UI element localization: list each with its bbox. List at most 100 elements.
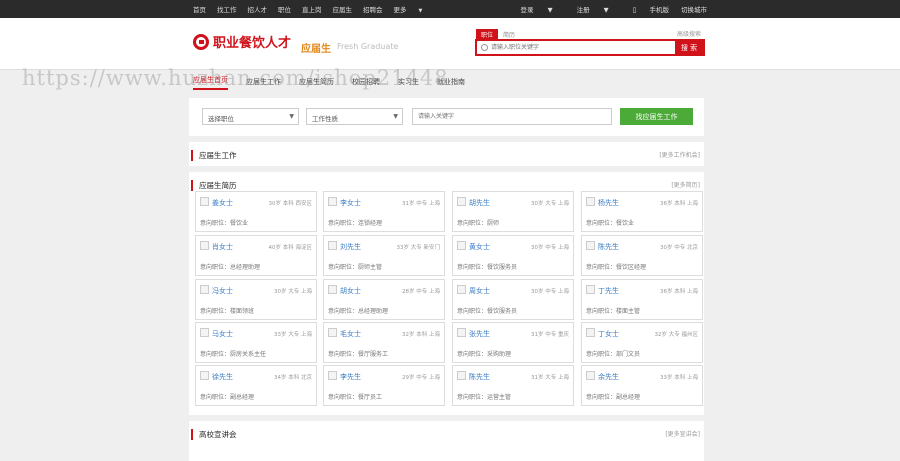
resume-info: 40岁 本科 海淀区 [268,245,313,251]
resume-name[interactable]: 冯女士 [212,286,233,296]
tab-graduate-jobs[interactable]: 应届生工作 [246,77,281,87]
tab-career-guide[interactable]: 就业指南 [437,77,465,87]
more-jobs-link[interactable]: [更多工作机会] [659,150,700,159]
resume-card[interactable]: 冯女士 30岁 大专 上海 意向职位：楼面领班 [195,279,317,320]
avatar [200,371,209,380]
resume-card[interactable]: 李女士 31岁 中专 上海 意向职位：连锁经理 [323,191,445,232]
resume-info: 28岁 中专 上海 [402,289,440,295]
section-title: 应届生工作 [191,150,237,161]
keyword-input[interactable] [412,108,612,125]
channel-nav: 应届生首页 应届生工作 应届生简历 校园招聘 实习生 就业指南 [193,70,705,94]
resume-name[interactable]: 张先生 [469,329,490,339]
resume-position: 意向职位：餐饮区经理 [586,264,647,271]
tab-graduate-resumes[interactable]: 应届生简历 [299,77,334,87]
search-button[interactable]: 搜 索 [675,41,703,54]
resume-info: 30岁 大专 上海 [274,289,312,295]
avatar [586,328,595,337]
resume-position: 意向职位：厨房关系主任 [200,351,267,358]
resume-name[interactable]: 李先生 [340,372,361,382]
resume-position: 意向职位：连锁经理 [328,220,383,227]
register-link[interactable]: 注册 ▼ [565,4,609,14]
resume-card[interactable]: 李先生 29岁 中专 上海 意向职位：餐厅员工 [323,365,445,406]
resume-name[interactable]: 丁女士 [598,329,619,339]
resume-info: 30岁 大专 上海 [531,201,569,207]
resume-card[interactable]: 张先生 31岁 中专 重庆 意向职位：采购助理 [452,322,574,363]
resume-card[interactable]: 黄女士 30岁 中专 上海 意向职位：餐饮服务员 [452,235,574,276]
avatar [457,285,466,294]
resume-name[interactable]: 周女士 [469,286,490,296]
top-nav-more-label: 更多 [393,6,407,14]
resume-name[interactable]: 黄女士 [469,242,490,252]
resume-name[interactable]: 姜女士 [212,198,233,208]
resume-name[interactable]: 李女士 [340,198,361,208]
top-nav-home[interactable]: 首页 [193,4,206,14]
job-category-select[interactable]: 选择职位 ▼ [202,108,299,125]
more-campus-talks-link[interactable]: [更多宣讲会] [665,429,700,438]
resume-name[interactable]: 陈先生 [598,242,619,252]
top-nav-direct[interactable]: 直上岗 [302,4,322,14]
resume-card[interactable]: 陈先生 30岁 中专 北京 意向职位：餐饮区经理 [581,235,703,276]
avatar [200,241,209,250]
switch-city-link[interactable]: 切换城市 [681,4,707,14]
resume-name[interactable]: 徐先生 [212,372,233,382]
advanced-search-link[interactable]: 高级搜索 [677,29,701,38]
resume-name[interactable]: 胡先生 [469,198,490,208]
resume-card[interactable]: 胡女士 28岁 中专 上海 意向职位：总经理助理 [323,279,445,320]
resume-name[interactable]: 陈先生 [469,372,490,382]
resume-name[interactable]: 刘先生 [340,242,361,252]
resume-position: 意向职位：餐厅员工 [328,394,383,401]
resume-card[interactable]: 马女士 33岁 大专 上海意向职位：厨房关系主任 [195,322,317,363]
section-title: 高校宣讲会 [191,429,237,440]
top-nav-more[interactable]: 更多 ▼ [394,4,434,14]
resume-name[interactable]: 马女士 [212,329,233,339]
resume-card[interactable]: 余先生 33岁 本科 上海 意向职位：副总经理 [581,365,703,406]
resume-card[interactable]: 丁女士 32岁 大专 福州区 意向职位：部门文员 [581,322,703,363]
resume-card[interactable]: 胡先生 30岁 大专 上海 意向职位：厨师 [452,191,574,232]
tab-campus-recruit[interactable]: 校园招聘 [352,77,380,87]
section-header: 高校宣讲会 [更多宣讲会] [189,421,704,445]
tab-graduate-home[interactable]: 应届生首页 [193,75,228,90]
top-right: 登录 ▼ 注册 ▼ ▯ 手机版 切换城市 [496,0,707,18]
find-graduate-jobs-button[interactable]: 找应届生工作 [620,108,693,125]
top-nav-find-talent[interactable]: 招人才 [248,4,268,14]
search-input[interactable] [491,41,671,54]
resume-position: 意向职位：楼面主管 [586,308,641,315]
tab-intern[interactable]: 实习生 [398,77,419,87]
top-nav-job-fair[interactable]: 招聘会 [363,4,383,14]
avatar [586,371,595,380]
resume-card[interactable]: 杨先生 36岁 本科 上海 意向职位：餐饮业 [581,191,703,232]
resume-name[interactable]: 丁先生 [598,286,619,296]
resume-card[interactable]: 陈先生 31岁 大专 上海 意向职位：运营主管 [452,365,574,406]
resume-card[interactable]: 丁先生 36岁 本科 上海意向职位：楼面主管 [581,279,703,320]
resume-info: 36岁 本科 上海 [660,289,698,295]
resume-name[interactable]: 余先生 [598,372,619,382]
top-nav-jobs[interactable]: 职位 [278,4,291,14]
chevron-down-icon: ▼ [603,6,609,14]
resume-info: 33岁 大专 上海 [274,332,312,338]
resume-card[interactable]: 周女士 30岁 中专 上海 意向职位：餐饮服务员 [452,279,574,320]
avatar [586,241,595,250]
resume-card[interactable]: 肖女士 40岁 本科 海淀区 意向职位：总经理助理 [195,235,317,276]
top-nav-find-job[interactable]: 找工作 [217,4,237,14]
more-resumes-link[interactable]: [更多简历] [671,180,700,189]
resume-card[interactable]: 毛女士 32岁 本科 上海 意向职位：餐厅服务工 [323,322,445,363]
resume-name[interactable]: 肖女士 [212,242,233,252]
search-icon [481,44,488,51]
resume-name[interactable]: 毛女士 [340,329,361,339]
resume-position: 意向职位：厨师主管 [328,264,383,271]
chevron-down-icon: ▼ [418,8,423,14]
resume-card[interactable]: 姜女士 30岁 本科 西安区 意向职位：餐饮业 [195,191,317,232]
mobile-link[interactable]: ▯ 手机版 [621,4,669,14]
avatar [328,328,337,337]
resume-card[interactable]: 徐先生 34岁 本科 北京 意向职位：副总经理 [195,365,317,406]
resume-card[interactable]: 刘先生 33岁 大专 新安门 意向职位：厨师主管 [323,235,445,276]
site-logo[interactable]: 职业餐饮人才 [193,32,291,51]
avatar [457,328,466,337]
job-nature-select[interactable]: 工作性质 ▼ [306,108,403,125]
resume-name[interactable]: 胡女士 [340,286,361,296]
resume-name[interactable]: 杨先生 [598,198,619,208]
top-nav-graduates[interactable]: 应届生 [333,4,353,14]
avatar [457,197,466,206]
channel-subtitle: Fresh Graduate [337,42,399,51]
login-link[interactable]: 登录 ▼ [508,4,552,14]
